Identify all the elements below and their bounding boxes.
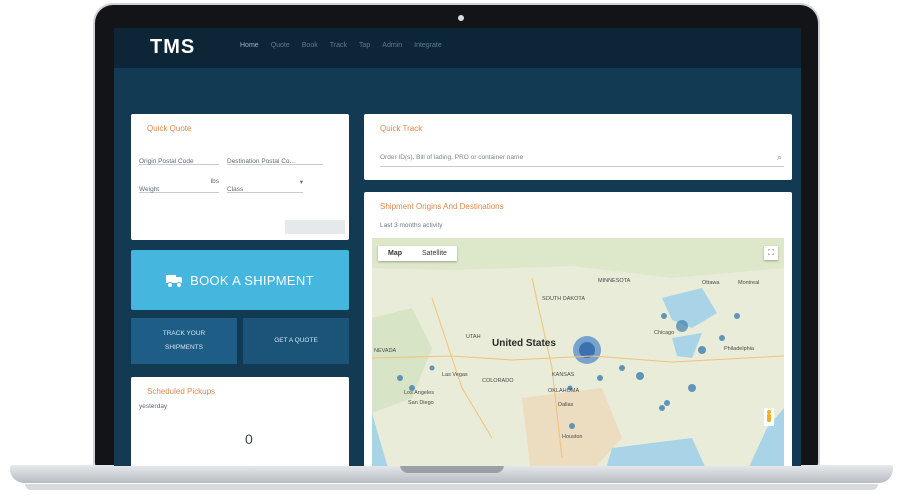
place-label: OKLAHOMA [548, 388, 580, 394]
pegman-icon[interactable] [764, 408, 774, 426]
nav-menu: Home Quote Book Track Tap Admin Integrat… [240, 42, 442, 49]
place-label: KANSAS [552, 372, 575, 378]
track-shipments-line2: SHIPMENTS [165, 344, 203, 351]
destination-postal-placeholder: Destination Postal Co... [227, 158, 295, 165]
chevron-down-icon: ▾ [299, 179, 303, 186]
header-band [114, 68, 801, 108]
place-label: SOUTH DAKOTA [542, 296, 585, 302]
place-label: Las Vegas [442, 372, 468, 378]
destination-postal-input[interactable]: Destination Postal Co... [227, 150, 323, 165]
track-shipments-button[interactable]: TRACK YOUR SHIPMENTS [131, 318, 237, 364]
laptop-base-notch [400, 465, 504, 473]
origin-postal-input[interactable]: Origin Postal Code [139, 150, 219, 165]
map-card-subtitle: Last 3 months activity [380, 222, 443, 229]
quick-quote-title: Quick Quote [147, 124, 192, 133]
place-label: Ottawa [702, 280, 720, 286]
place-label: Philadelphia [724, 346, 754, 352]
nav-item-admin[interactable]: Admin [382, 42, 402, 49]
nav-item-tap[interactable]: Tap [359, 42, 370, 49]
place-label: San Diego [408, 400, 434, 406]
top-navbar: TMS Home Quote Book Track Tap Admin Inte… [114, 28, 801, 68]
nav-item-integrate[interactable]: Integrate [414, 42, 442, 49]
shipment-map[interactable]: Map Satellite ⛶ United States NEVADA Las… [372, 238, 784, 466]
weight-placeholder: Weight [139, 186, 160, 193]
book-shipment-button[interactable]: BOOK A SHIPMENT [131, 250, 349, 310]
place-label: Dallas [558, 402, 574, 408]
pickups-title: Scheduled Pickups [147, 387, 216, 396]
nav-item-track[interactable]: Track [330, 42, 347, 49]
nav-item-home[interactable]: Home [240, 42, 259, 49]
track-search-input[interactable]: Order ID(s), Bill of lading, PRO or cont… [380, 152, 784, 167]
track-shipments-line1: TRACK YOUR [162, 330, 206, 337]
map-tab-satellite[interactable]: Satellite [412, 246, 457, 261]
get-quote-label: GET A QUOTE [274, 337, 318, 344]
place-label: UTAH [466, 334, 481, 340]
pickups-count: 0 [245, 431, 253, 447]
quick-quote-card: Quick Quote Origin Postal Code Destinati… [131, 114, 349, 240]
country-label: United States [492, 338, 556, 349]
laptop-shadow [25, 484, 878, 490]
map-type-tabs: Map Satellite [378, 246, 457, 261]
nav-item-book[interactable]: Book [302, 42, 318, 49]
book-shipment-label: BOOK A SHIPMENT [190, 272, 314, 288]
place-label: COLORADO [482, 378, 514, 384]
place-label: MINNESOTA [598, 278, 631, 284]
map-tab-map[interactable]: Map [378, 246, 412, 261]
nav-item-quote[interactable]: Quote [271, 42, 290, 49]
class-select-value: Class [227, 186, 244, 193]
pickups-subtitle: yesterday [139, 403, 168, 410]
shipment-map-card: Shipment Origins And Destinations Last 3… [364, 192, 792, 466]
place-label: Chicago [654, 330, 675, 336]
place-label: Los Angeles [404, 390, 434, 396]
truck-icon [166, 275, 183, 288]
weight-input[interactable]: Weight lbs [139, 178, 219, 193]
track-search-placeholder: Order ID(s), Bill of lading, PRO or cont… [380, 154, 524, 161]
get-rates-button[interactable] [285, 220, 345, 234]
place-label: Houston [562, 434, 583, 440]
map-card-title: Shipment Origins And Destinations [380, 202, 504, 211]
weight-unit: lbs [210, 178, 219, 185]
map-terrain [372, 238, 784, 466]
place-label: NEVADA [374, 348, 397, 354]
class-select[interactable]: Class ▾ [227, 178, 303, 193]
quick-track-title: Quick Track [380, 124, 423, 133]
brand-logo[interactable]: TMS [150, 36, 195, 59]
app-screen: TMS Home Quote Book Track Tap Admin Inte… [114, 28, 801, 466]
scheduled-pickups-card: Scheduled Pickups yesterday 0 [131, 377, 349, 466]
quick-track-card: Quick Track Order ID(s), Bill of lading,… [364, 114, 792, 180]
fullscreen-icon[interactable]: ⛶ [764, 246, 778, 260]
search-icon[interactable]: ⌕ [777, 152, 782, 163]
webcam [458, 15, 464, 21]
get-quote-button[interactable]: GET A QUOTE [243, 318, 349, 364]
place-label: Montreal [738, 280, 760, 286]
origin-postal-placeholder: Origin Postal Code [139, 158, 194, 165]
